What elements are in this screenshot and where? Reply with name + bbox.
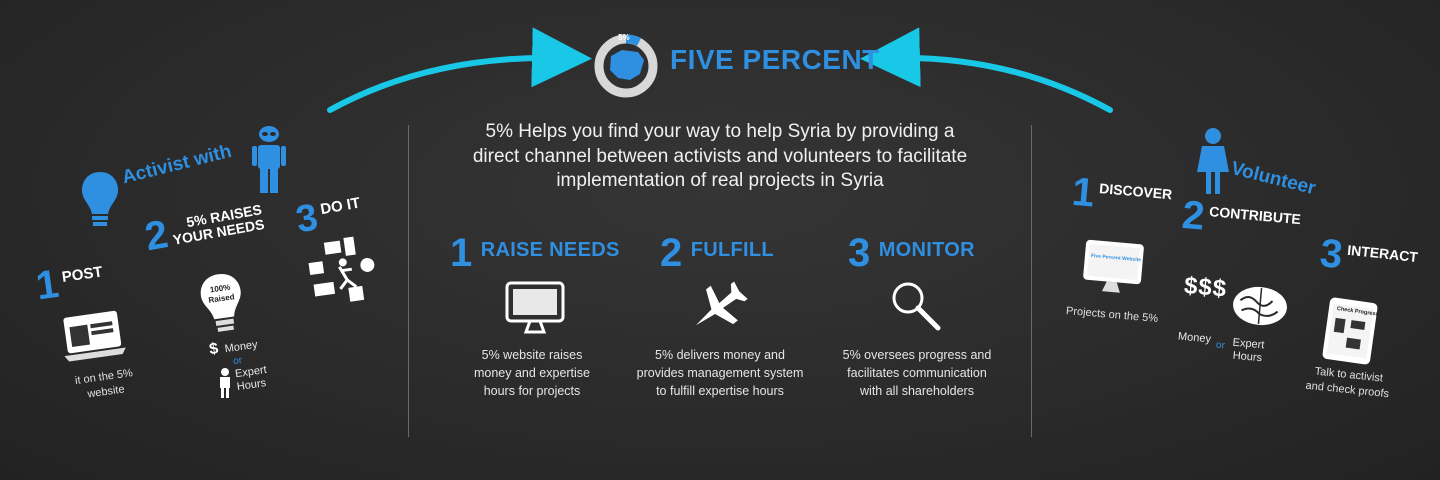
lightbulb-icon — [80, 170, 120, 228]
step-number: 2 — [1180, 192, 1207, 239]
center-step-monitor: 3 MONITOR — [848, 233, 975, 273]
step-number: 3 — [1317, 231, 1345, 278]
volunteer-monitor-icon: Five Percent Website — [1080, 237, 1147, 298]
airplane-icon — [686, 278, 750, 338]
desc-line: 5% website raises — [481, 348, 583, 362]
desc-line: to fulfill expertise hours — [656, 384, 784, 399]
volunteer-person-icon — [1196, 128, 1230, 194]
step-number: 1 — [33, 261, 62, 309]
expert-person-icon — [218, 368, 232, 398]
laptop-icon — [59, 308, 127, 366]
step-title: FULFILL — [690, 239, 774, 261]
center-step-desc: 5% oversees progress and facilitates com… — [822, 346, 1012, 400]
activities-icons — [302, 231, 391, 311]
left-divider — [408, 125, 409, 437]
right-arrow — [860, 27, 1113, 113]
step-number: 1 — [1070, 169, 1097, 216]
dollars-icon: $$$ — [1182, 272, 1229, 303]
expert-hours: Expert Hours — [1231, 337, 1265, 366]
desc-line: with all shareholders — [860, 384, 974, 399]
desc-line: provides management system — [636, 366, 804, 381]
volunteer-step-discover: 1 DISCOVER — [1070, 169, 1173, 221]
step-number: 1 — [450, 231, 473, 275]
center-step-desc: 5% website raises money and expertise ho… — [437, 346, 627, 400]
monitor-icon — [504, 280, 566, 336]
intro-line: direct channel between activists and vol… — [472, 145, 968, 167]
step-title: INTERACT — [1346, 241, 1419, 266]
activist-person-icon — [252, 124, 286, 194]
infographic: 5% FIVE PERCENT 5% Helps you find your w… — [0, 0, 1440, 480]
center-step-fulfill: 2 FULFILL — [660, 233, 774, 273]
dollar-icon: $ — [208, 340, 220, 359]
step-title: RAISE NEEDS — [480, 239, 620, 261]
center-step-raise-needs: 1 RAISE NEEDS — [450, 233, 620, 273]
tablet-icon: Check Progress — [1320, 295, 1381, 368]
five-percent-logo: 5% — [594, 33, 658, 98]
hours-label: Hours — [1232, 349, 1263, 365]
desc-line: 5% delivers money and — [655, 348, 785, 362]
desc-line: hours for projects — [483, 384, 581, 399]
intro-text: 5% Helps you find your way to help Syria… — [430, 120, 1010, 194]
page-title: FIVE PERCENT — [670, 44, 880, 75]
logo-label: 5% — [618, 33, 630, 42]
step-title: DISCOVER — [1098, 180, 1173, 203]
center-step-desc: 5% delivers money and provides managemen… — [625, 346, 815, 400]
or-label: or — [1215, 339, 1226, 352]
brain-icon — [1228, 281, 1292, 330]
step-number: 3 — [848, 231, 871, 275]
desc-line: 5% oversees progress and — [842, 348, 992, 362]
intro-line: implementation of real projects in Syria — [556, 170, 884, 192]
desc-line: money and expertise — [473, 366, 591, 381]
magnifier-icon — [888, 278, 944, 334]
raised-bulb-icon: 100% Raised — [194, 267, 250, 337]
step-title: CONTRIBUTE — [1208, 203, 1302, 228]
left-arrow — [327, 27, 592, 113]
money-label: Money — [223, 338, 259, 356]
intro-line: 5% Helps you find your way to help Syria… — [485, 121, 955, 142]
right-divider — [1031, 125, 1032, 437]
expert-hours: Expert Hours — [234, 364, 269, 395]
desc-line: facilitates communication — [847, 366, 987, 381]
step-title: MONITOR — [878, 239, 975, 261]
step-number: 2 — [660, 231, 683, 275]
step-title: POST — [60, 263, 104, 286]
step-title: DO IT — [319, 194, 362, 219]
